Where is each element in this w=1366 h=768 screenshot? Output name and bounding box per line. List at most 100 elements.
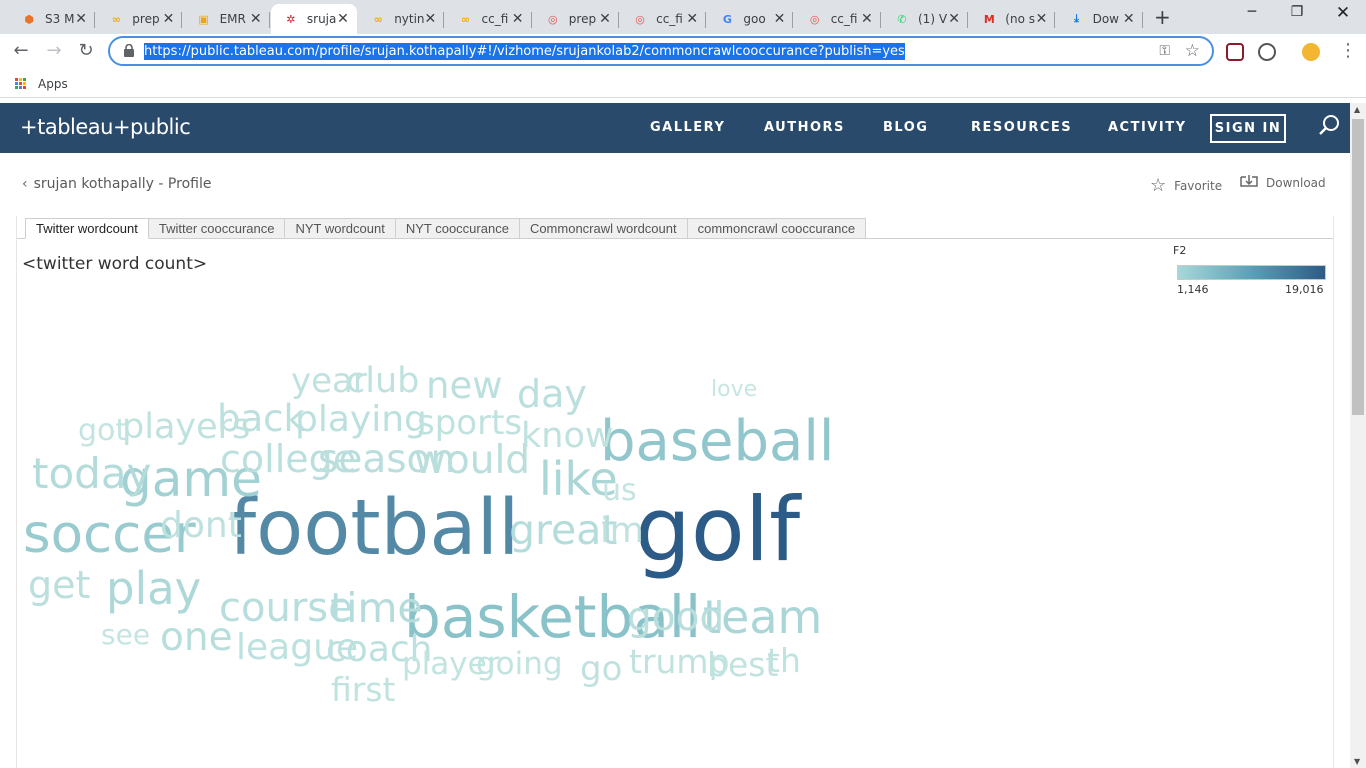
word-sports[interactable]: sports [417,406,522,440]
tab-close-icon[interactable]: ✕ [337,11,349,27]
browser-tab[interactable]: ⬢ S3 M ✕ [9,4,95,34]
word-course[interactable]: course [219,588,353,628]
tab-close-icon[interactable]: ✕ [250,11,262,27]
tab-separator [94,12,95,28]
tab-separator [268,12,270,28]
nav-activity[interactable]: ACTIVITY [1108,120,1187,135]
tab-close-icon[interactable]: ✕ [861,11,873,27]
word-players[interactable]: players [122,410,250,445]
forward-arrow-icon[interactable]: → [42,40,66,61]
browser-tab[interactable]: ∞ cc_fi ✕ [446,4,532,34]
browser-tab[interactable]: ◎ cc_fi ✕ [795,4,881,34]
browser-tab-title: prep [132,12,160,26]
word-im[interactable]: im [600,514,644,549]
browser-tab-title: (no s [1005,12,1035,26]
word-th[interactable]: th [767,644,801,677]
word-day[interactable]: day [517,375,587,413]
tab-close-icon[interactable]: ✕ [512,11,524,27]
bookmarks-bar: Apps [0,70,1366,98]
word-see[interactable]: see [101,621,150,649]
browser-tab[interactable]: ∞ nytin ✕ [358,4,445,34]
tab-close-icon[interactable]: ✕ [686,11,698,27]
address-bar[interactable]: https://public.tableau.com/profile/sruja… [108,36,1214,66]
tab-close-icon[interactable]: ✕ [948,11,960,27]
scroll-up-arrow-icon[interactable]: ▲ [1354,105,1360,114]
bookmark-star-icon[interactable]: ☆ [1185,41,1200,61]
browser-tab[interactable]: Ggoo ✕ [707,4,794,34]
word-us[interactable]: us [602,476,637,506]
colab-icon: ∞ [111,12,121,26]
word-know[interactable]: know [521,419,614,454]
restore-icon[interactable]: ❐ [1287,4,1307,20]
nav-resources[interactable]: RESOURCES [971,120,1072,135]
tab-close-icon[interactable]: ✕ [1123,11,1135,27]
tab-separator [530,12,532,28]
word-football[interactable]: football [229,490,519,567]
word-get[interactable]: get [28,566,90,604]
word-go[interactable]: go [580,652,622,686]
word-year[interactable]: year [291,364,367,398]
extension-icon[interactable] [1226,43,1244,61]
word-would[interactable]: would [414,441,530,480]
close-window-icon[interactable]: ✕ [1333,3,1353,23]
apps-bookmark[interactable]: Apps [38,77,68,91]
word-today[interactable]: today [32,453,151,495]
word-one[interactable]: one [160,618,233,657]
download-button[interactable]: Download [1240,175,1326,191]
url-text[interactable]: https://public.tableau.com/profile/sruja… [144,43,905,60]
nav-authors[interactable]: AUTHORS [764,120,845,135]
tab-close-icon[interactable]: ✕ [424,11,436,27]
scrollbar-thumb[interactable] [1352,119,1364,415]
viz-frame: Twitter wordcount Twitter cooccurance NYT … [16,216,1334,768]
site-header: +tableau+public GALLERY AUTHORS BLOG RES… [0,103,1350,153]
word-going[interactable]: going [476,649,563,680]
word-cloud: golf football basketball baseball soccer game… [17,216,1333,768]
word-golf[interactable]: golf [635,486,800,574]
sign-in-button[interactable]: SIGN IN [1210,114,1286,143]
tab-close-icon[interactable]: ✕ [163,11,175,27]
nav-gallery[interactable]: GALLERY [650,120,725,135]
apps-grid-icon[interactable] [15,78,27,90]
word-first[interactable]: first [331,673,396,706]
word-play[interactable]: play [106,566,201,611]
tableau-public-logo[interactable]: +tableau+public [20,115,191,139]
reload-icon[interactable]: ↻ [74,40,98,61]
word-love[interactable]: love [711,379,757,401]
new-tab-plus-icon[interactable]: + [1154,5,1171,29]
browser-tab-title: S3 M [45,12,75,26]
word-baseball[interactable]: baseball [600,414,834,470]
whatsapp-icon: ✆ [897,12,907,26]
word-got[interactable]: got [78,416,127,446]
word-new[interactable]: new [426,367,502,404]
key-icon[interactable]: ⚿ [1159,43,1170,59]
favorite-button[interactable]: ☆ Favorite [1150,175,1222,196]
browser-tab[interactable]: M (no s ✕ [969,4,1056,34]
browser-tab[interactable]: ◎ prep ✕ [533,4,619,34]
tab-close-icon[interactable]: ✕ [599,11,611,27]
page-scrollbar[interactable]: ▲ ▼ [1350,103,1366,768]
word-playing[interactable]: playing [295,402,427,438]
tab-separator [705,12,707,28]
tab-close-icon[interactable]: ✕ [774,11,786,27]
tab-close-icon[interactable]: ✕ [75,11,87,27]
browser-tab[interactable]: ▣ EMR ✕ [184,4,270,34]
back-arrow-icon[interactable]: ← [9,40,33,61]
profile-back-link[interactable]: ‹ srujan kothapally - Profile [22,176,211,192]
tab-close-icon[interactable]: ✕ [1036,11,1048,27]
word-good[interactable]: good [627,598,724,637]
menu-kebab-icon[interactable]: ⋮ [1336,40,1360,61]
extension-hex-icon[interactable] [1258,43,1276,61]
tab-separator [967,12,968,28]
browser-tab[interactable]: ✲ sruja ✕ [270,4,357,34]
minimize-icon[interactable]: ─ [1242,4,1262,20]
word-dont[interactable]: dont [160,508,242,544]
browser-tab[interactable]: ∞ prep ✕ [96,4,183,34]
search-icon[interactable] [1318,114,1340,136]
avatar[interactable] [1302,43,1320,61]
word-league[interactable]: league [236,630,358,666]
scroll-down-arrow-icon[interactable]: ▼ [1354,757,1360,766]
nav-blog[interactable]: BLOG [883,120,928,135]
browser-tab[interactable]: ◎ cc_fi ✕ [620,4,707,34]
browser-tab[interactable]: ✆ (1) V ✕ [882,4,968,34]
browser-tab[interactable]: ⤓ Dow ✕ [1057,4,1143,34]
